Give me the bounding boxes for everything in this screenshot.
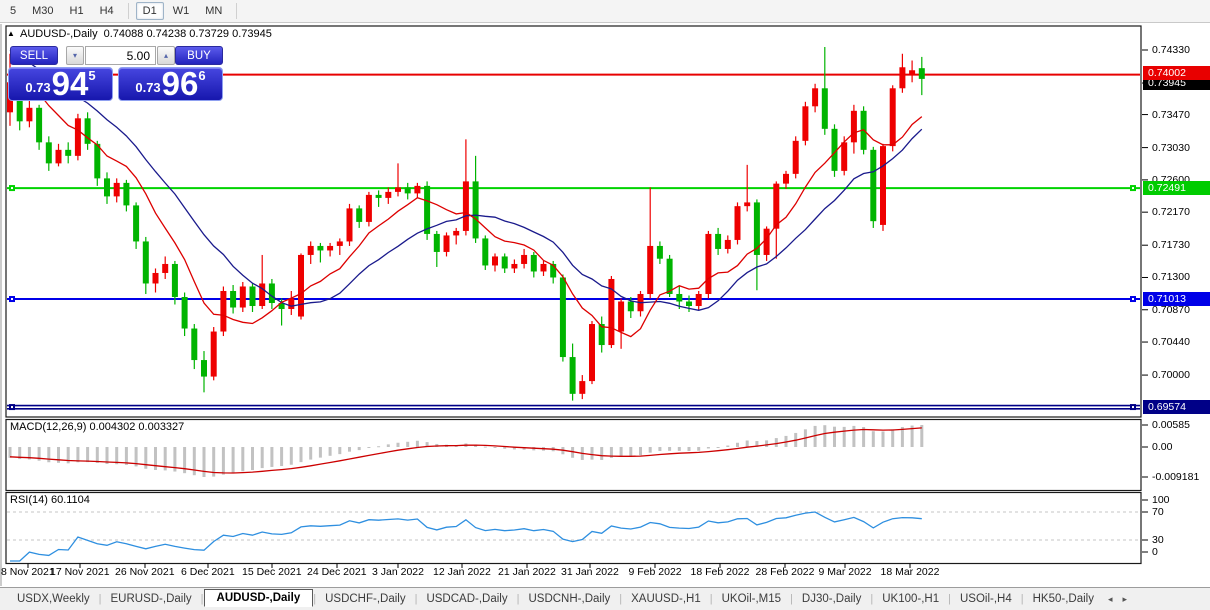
rsi-label: RSI(14) 60.1104 <box>10 494 90 506</box>
tab-audusd-daily[interactable]: AUDUSD-,Daily <box>203 589 314 607</box>
tab-uk100-h1[interactable]: UK100-,H1 <box>873 591 948 607</box>
tab-usdcnh-daily[interactable]: USDCNH-,Daily <box>519 591 619 607</box>
indicator-axis-tick: 0.00585 <box>1152 419 1190 431</box>
date-label: 9 Mar 2022 <box>818 566 872 578</box>
date-label: 15 Dec 2021 <box>242 566 302 578</box>
indicator-axis-tick: 70 <box>1152 506 1164 518</box>
date-label: 3 Jan 2022 <box>372 566 424 578</box>
blue-line-badge: 0.71013 <box>1143 292 1210 306</box>
price-tick: 0.73470 <box>1152 108 1190 121</box>
buy-price-box[interactable]: 0.73 96 6 <box>118 67 223 101</box>
date-label: 26 Nov 2021 <box>115 566 175 578</box>
symbol-period-label: AUDUSD-,Daily <box>20 28 98 40</box>
sell-price-sup: 5 <box>88 68 96 83</box>
tab-eurusd-daily[interactable]: EURUSD-,Daily <box>102 591 201 607</box>
buy-price-prefix: 0.73 <box>135 80 161 95</box>
chart-collapse-icon[interactable]: ▲ <box>7 29 15 38</box>
ohlc-values: 0.74088 0.74238 0.73729 0.73945 <box>103 28 272 40</box>
indicator-axis-tick: 0.00 <box>1152 441 1173 453</box>
indicator-axis-tick: 30 <box>1152 534 1164 546</box>
buy-button[interactable]: BUY <box>175 46 223 65</box>
price-tick: 0.74330 <box>1152 44 1190 56</box>
tab-scroll-left-icon[interactable]: ◂ <box>1103 594 1118 605</box>
green-line-badge: 0.72491 <box>1143 181 1210 195</box>
sell-button[interactable]: SELL <box>10 46 58 65</box>
tab-usdx-weekly[interactable]: USDX,Weekly <box>8 591 99 607</box>
date-label: 6 Dec 2021 <box>181 566 235 578</box>
volume-decrease-button[interactable]: ▾ <box>66 46 84 65</box>
trading-terminal: 5 M30 H1 H4 D1 W1 MN ▲ AUDUSD-,Daily 0.74088 0.… <box>0 0 1210 610</box>
date-label: 28 Feb 2022 <box>755 566 815 578</box>
volume-increase-button[interactable]: ▴ <box>157 46 175 65</box>
toolbar-separator <box>127 3 129 19</box>
tab-xauusd-h1[interactable]: XAUUSD-,H1 <box>622 591 710 607</box>
resistance-price-badge: 0.74002 <box>1143 66 1210 80</box>
tab-usoil-h4[interactable]: USOil-,H4 <box>951 591 1021 607</box>
buy-price-big: 96 <box>161 65 199 102</box>
date-label: 12 Jan 2022 <box>433 566 491 578</box>
rsi-pane[interactable] <box>5 491 1142 565</box>
timeframe-toolbar: 5 M30 H1 H4 D1 W1 MN <box>0 0 1210 23</box>
timeframe-mn[interactable]: MN <box>198 2 229 20</box>
date-label: 18 Feb 2022 <box>690 566 750 578</box>
price-tick: 0.71730 <box>1152 239 1190 252</box>
price-tick: 0.70440 <box>1152 336 1190 349</box>
date-label: 18 Mar 2022 <box>880 566 940 578</box>
buy-price-sup: 6 <box>198 68 206 83</box>
volume-input[interactable] <box>85 46 156 65</box>
sell-price-prefix: 0.73 <box>25 80 51 95</box>
indicator-axis-tick: 0 <box>1152 546 1158 558</box>
price-tick: 0.72170 <box>1152 206 1190 219</box>
price-tick: 0.73030 <box>1152 141 1190 154</box>
toolbar-separator <box>236 3 238 19</box>
tab-dj30-daily[interactable]: DJ30-,Daily <box>793 591 870 607</box>
price-tick: 0.71300 <box>1152 271 1190 284</box>
date-label: 21 Jan 2022 <box>498 566 556 578</box>
tab-usdchf-daily[interactable]: USDCHF-,Daily <box>316 591 415 607</box>
date-label: 9 Feb 2022 <box>628 566 682 578</box>
tab-ukoil-m15[interactable]: UKOil-,M15 <box>713 591 790 607</box>
timeframe-5[interactable]: 5 <box>3 2 23 20</box>
indicator-axis-tick: -0.009181 <box>1152 471 1200 483</box>
chart-title: AUDUSD-,Daily 0.74088 0.74238 0.73729 0.7… <box>20 28 272 40</box>
sell-price-big: 94 <box>51 65 89 102</box>
timeframe-m30[interactable]: M30 <box>25 2 60 20</box>
navy-line-badge: 0.69574 <box>1143 400 1210 414</box>
indicator-axis-tick: 100 <box>1152 494 1170 506</box>
timeframe-h1[interactable]: H1 <box>63 2 91 20</box>
tab-scroll-right-icon[interactable]: ▸ <box>1117 594 1132 605</box>
timeframe-h4[interactable]: H4 <box>93 2 121 20</box>
symbol-tabbar: USDX,Weekly | EURUSD-,Daily | AUDUSD-,Daily |… <box>0 587 1210 610</box>
date-label: 24 Dec 2021 <box>307 566 367 578</box>
date-label: 8 Nov 2021 <box>1 566 55 578</box>
timeframe-d1[interactable]: D1 <box>135 2 164 20</box>
date-label: 31 Jan 2022 <box>561 566 619 578</box>
timeframe-w1[interactable]: W1 <box>166 2 197 20</box>
sell-price-box[interactable]: 0.73 94 5 <box>8 67 113 101</box>
price-tick: 0.70000 <box>1152 369 1190 382</box>
macd-label: MACD(12,26,9) 0.004302 0.003327 <box>10 421 185 433</box>
date-label: 17 Nov 2021 <box>50 566 110 578</box>
tab-hk50-daily[interactable]: HK50-,Daily <box>1024 591 1103 607</box>
tab-usdcad-daily[interactable]: USDCAD-,Daily <box>417 591 516 607</box>
